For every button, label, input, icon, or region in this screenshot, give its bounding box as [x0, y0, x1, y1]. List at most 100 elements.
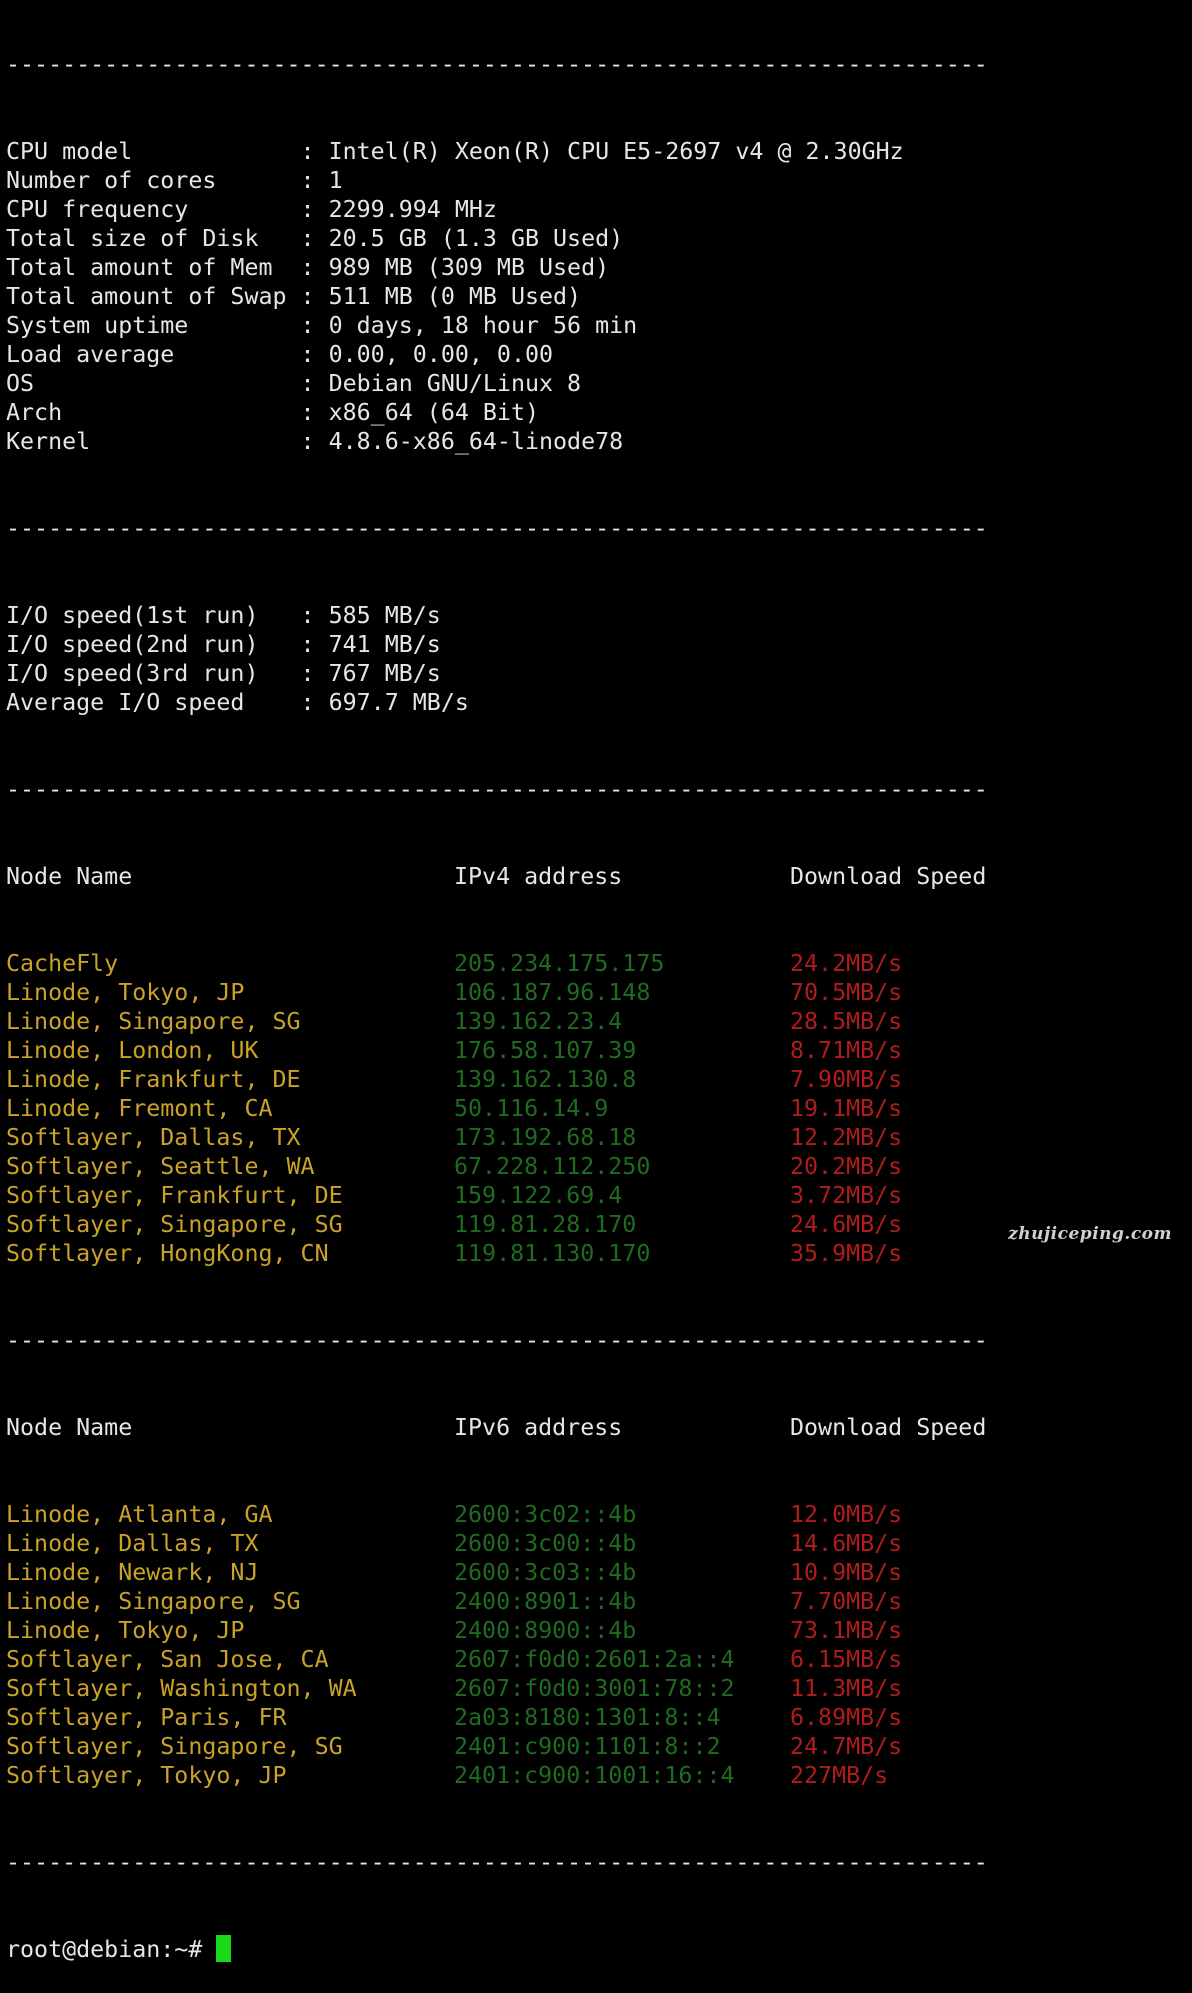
info-row: CPU frequency : 2299.994 MHz [6, 195, 988, 224]
system-info-section: CPU model : Intel(R) Xeon(R) CPU E5-2697… [6, 137, 988, 456]
info-separator: : [286, 428, 329, 455]
node-name: Linode, Tokyo, JP [6, 1617, 245, 1644]
node-name: Linode, Tokyo, JP [6, 979, 245, 1006]
watermark-logo: zhujiceping.com [1008, 1224, 1172, 1244]
header-ip-address: IPv4 address [454, 863, 623, 890]
download-speed: 11.3MB/s [790, 1675, 903, 1702]
download-speed: 3.72MB/s [790, 1182, 903, 1209]
download-speed: 19.1MB/s [790, 1095, 903, 1122]
info-label: I/O speed(2nd run) [6, 631, 287, 658]
info-value: 4.8.6-x86_64-linode78 [328, 428, 624, 455]
info-label: Total amount of Swap [6, 283, 287, 310]
info-row: Total amount of Swap : 511 MB (0 MB Used… [6, 282, 988, 311]
ip-address: 159.122.69.4 [454, 1182, 623, 1209]
info-value: 741 MB/s [328, 631, 441, 658]
info-value: x86_64 (64 Bit) [328, 399, 539, 426]
table-row: Softlayer, Seattle, WA 67.228.112.250 20.2… [6, 1152, 988, 1181]
node-name: Softlayer, Singapore, SG [6, 1733, 343, 1760]
info-separator: : [286, 225, 329, 252]
info-row: CPU model : Intel(R) Xeon(R) CPU E5-2697… [6, 137, 988, 166]
download-speed: 12.2MB/s [790, 1124, 903, 1151]
ip-address: 139.162.130.8 [454, 1066, 637, 1093]
info-separator: : [286, 689, 329, 716]
node-name: Softlayer, Washington, WA [6, 1675, 357, 1702]
header-ip-address: IPv6 address [454, 1414, 623, 1441]
separator: ----------------------------------------… [6, 51, 988, 78]
node-name: Linode, Newark, NJ [6, 1559, 259, 1586]
info-row: I/O speed(2nd run) : 741 MB/s [6, 630, 988, 659]
table-row: Softlayer, HongKong, CN 119.81.130.170 35.… [6, 1239, 988, 1268]
info-value: Intel(R) Xeon(R) CPU E5-2697 v4 @ 2.30GH… [328, 138, 904, 165]
node-name: Softlayer, Dallas, TX [6, 1124, 301, 1151]
node-name: Linode, Atlanta, GA [6, 1501, 273, 1528]
download-speed: 24.7MB/s [790, 1733, 903, 1760]
node-name: Linode, Fremont, CA [6, 1095, 273, 1122]
info-row: Total size of Disk : 20.5 GB (1.3 GB Use… [6, 224, 988, 253]
table-row: Linode, Singapore, SG 2400:8901::4b 7.70MB… [6, 1587, 988, 1616]
shell-prompt-line[interactable]: root@debian:~# [6, 1935, 988, 1964]
table-row: Linode, London, UK 176.58.107.39 8.71MB/s [6, 1036, 988, 1065]
node-name: Linode, Singapore, SG [6, 1008, 301, 1035]
node-name: Softlayer, San Jose, CA [6, 1646, 329, 1673]
ip-address: 2607:f0d0:3001:78::2 [454, 1675, 735, 1702]
ip-address: 2600:3c02::4b [454, 1501, 637, 1528]
node-name: Linode, Singapore, SG [6, 1588, 301, 1615]
download-speed: 73.1MB/s [790, 1617, 903, 1644]
info-separator: : [286, 254, 329, 281]
download-speed: 7.70MB/s [790, 1588, 903, 1615]
info-separator: : [286, 399, 329, 426]
ip-address: 2401:c900:1101:8::2 [454, 1733, 721, 1760]
download-speed: 10.9MB/s [790, 1559, 903, 1586]
ip-address: 2400:8901::4b [454, 1588, 637, 1615]
ipv4-table: CacheFly 205.234.175.175 24.2MB/s Linode, T… [6, 949, 988, 1268]
ip-address: 173.192.68.18 [454, 1124, 637, 1151]
table-row: Softlayer, Singapore, SG 119.81.28.170 24.… [6, 1210, 988, 1239]
download-speed: 35.9MB/s [790, 1240, 903, 1267]
node-name: Linode, London, UK [6, 1037, 259, 1064]
info-row: I/O speed(1st run) : 585 MB/s [6, 601, 988, 630]
info-value: 2299.994 MHz [328, 196, 497, 223]
table-row: Linode, Tokyo, JP 106.187.96.148 70.5MB/s [6, 978, 988, 1007]
table-row: Linode, Singapore, SG 139.162.23.4 28.5MB/… [6, 1007, 988, 1036]
info-label: I/O speed(3rd run) [6, 660, 287, 687]
download-speed: 8.71MB/s [790, 1037, 903, 1064]
ip-address: 205.234.175.175 [454, 950, 665, 977]
download-speed: 20.2MB/s [790, 1153, 903, 1180]
info-label: I/O speed(1st run) [6, 602, 287, 629]
table-row: CacheFly 205.234.175.175 24.2MB/s [6, 949, 988, 978]
info-label: Kernel [6, 428, 287, 455]
info-row: Load average : 0.00, 0.00, 0.00 [6, 340, 988, 369]
ip-address: 2401:c900:1001:16::4 [454, 1762, 735, 1789]
download-speed: 227MB/s [790, 1762, 889, 1789]
shell-prompt: root@debian:~# [6, 1936, 217, 1963]
terminal-cursor [216, 1935, 232, 1962]
table-row: Softlayer, Washington, WA 2607:f0d0:3001:… [6, 1674, 988, 1703]
info-separator: : [286, 660, 329, 687]
node-name: Softlayer, Paris, FR [6, 1704, 287, 1731]
info-separator: : [286, 167, 329, 194]
node-name: Softlayer, Tokyo, JP [6, 1762, 287, 1789]
download-speed: 6.89MB/s [790, 1704, 903, 1731]
header-node-name: Node Name [6, 863, 133, 890]
info-row: Average I/O speed : 697.7 MB/s [6, 688, 988, 717]
info-value: 20.5 GB (1.3 GB Used) [328, 225, 624, 252]
info-value: Debian GNU/Linux 8 [328, 370, 582, 397]
ip-address: 106.187.96.148 [454, 979, 651, 1006]
ip-address: 2607:f0d0:2601:2a::4 [454, 1646, 735, 1673]
info-separator: : [286, 196, 329, 223]
info-separator: : [286, 631, 329, 658]
header-download-speed: Download Speed [790, 863, 987, 890]
info-separator: : [286, 341, 329, 368]
info-separator: : [286, 138, 329, 165]
separator: ----------------------------------------… [6, 515, 988, 542]
terminal-output[interactable]: ----------------------------------------… [6, 0, 988, 1993]
node-name: Softlayer, Seattle, WA [6, 1153, 315, 1180]
info-row: Kernel : 4.8.6-x86_64-linode78 [6, 427, 988, 456]
info-separator: : [286, 370, 329, 397]
node-name: Softlayer, Singapore, SG [6, 1211, 343, 1238]
node-name: Linode, Frankfurt, DE [6, 1066, 301, 1093]
ip-address: 50.116.14.9 [454, 1095, 609, 1122]
table-row: Softlayer, Frankfurt, DE 159.122.69.4 3.72… [6, 1181, 988, 1210]
node-name: Softlayer, HongKong, CN [6, 1240, 329, 1267]
download-speed: 28.5MB/s [790, 1008, 903, 1035]
